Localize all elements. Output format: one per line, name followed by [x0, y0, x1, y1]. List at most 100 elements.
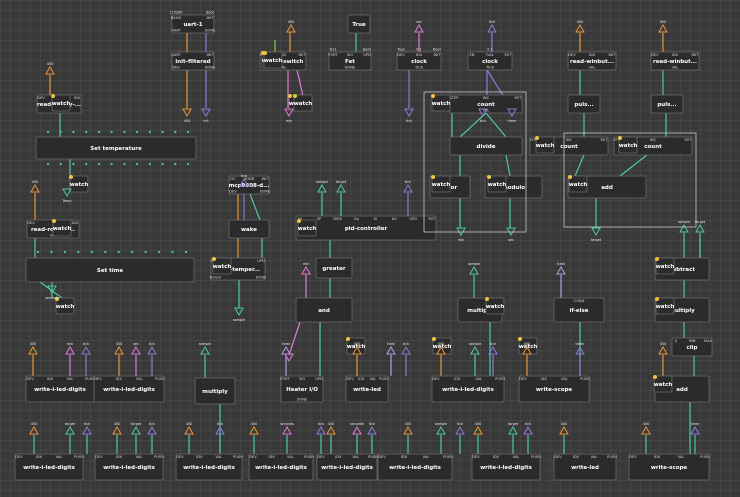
node-b6[interactable]: write-i-led-digits DEV IDX VAL PUSH	[377, 453, 453, 481]
pin-value[interactable]: 0.1	[487, 48, 492, 52]
link[interactable]	[619, 154, 648, 177]
terminal-node[interactable]: tick	[367, 422, 377, 435]
terminal-node[interactable]: sec	[131, 342, 141, 355]
terminal-node[interactable]: init	[201, 108, 211, 123]
link[interactable]	[249, 193, 261, 221]
terminal-node[interactable]: 400	[658, 342, 668, 355]
node-w4b[interactable]: write-i-led-digits DEV IDX VAL PUSH	[93, 375, 165, 403]
terminal-node[interactable]: tick	[455, 422, 465, 435]
terminal-node[interactable]: timer	[690, 422, 700, 435]
terminal-node[interactable]: 400	[286, 20, 296, 33]
terminal-node[interactable]: min	[301, 262, 311, 275]
terminal-node[interactable]: 400	[559, 422, 569, 435]
terminal-node[interactable]: target	[65, 422, 76, 435]
terminal-node[interactable]: tick	[82, 422, 92, 435]
node-w4c[interactable]: write-i-led-digits DEV IDX VAL PUSH	[431, 375, 505, 403]
node-clip[interactable]: clipX MIN MAX	[671, 337, 713, 357]
terminal-node[interactable]: heat	[386, 342, 396, 355]
bus-pin[interactable]	[148, 130, 151, 134]
watch-node[interactable]: watch	[485, 297, 505, 315]
watch-node[interactable]: watch	[568, 175, 588, 193]
node-rw1[interactable]: read-winbut... DEV IDX INIT VAL	[567, 51, 617, 71]
terminal-node[interactable]: 400	[114, 342, 124, 355]
pin-value[interactable]: 115200	[170, 11, 183, 15]
terminal-node[interactable]: Temp	[61, 188, 72, 203]
bus-pin[interactable]	[85, 130, 88, 134]
terminal-node[interactable]: tick	[404, 108, 414, 123]
terminal-node[interactable]: seconds	[280, 422, 294, 435]
node-b3[interactable]: write-i-led-digits DEV IDX VAL PUSH	[175, 453, 243, 481]
node-b1[interactable]: write-i-led-digits DEV IDX VAL PUSH	[14, 453, 84, 481]
terminal-node[interactable]: heat	[556, 262, 566, 275]
pin-value[interactable]: 0.1	[416, 48, 421, 52]
terminal-node[interactable]: tick	[487, 20, 497, 33]
terminal-node[interactable]: 400	[182, 108, 192, 123]
bus-pin[interactable]	[123, 162, 126, 166]
bus-pin[interactable]	[157, 250, 161, 254]
pin-value[interactable]: Boot	[363, 48, 371, 52]
node-clock1[interactable]: clock DEVTous IDX0.1 INITBoot TICK	[396, 48, 442, 71]
node-b8[interactable]: write-led DEV IDX VAL PUSH	[553, 453, 617, 481]
watch-node[interactable]: watch	[263, 51, 283, 69]
watch-node[interactable]: watch	[212, 257, 232, 275]
terminal-node[interactable]: tick	[403, 180, 413, 193]
terminal-node[interactable]: 400	[658, 20, 668, 33]
terminal-node[interactable]: sample	[468, 262, 480, 275]
terminal-node[interactable]: sample	[316, 180, 328, 193]
bus-pin[interactable]	[186, 162, 190, 166]
node-settemp[interactable]: Set temperature	[35, 136, 197, 160]
terminal-node[interactable]: 400	[112, 422, 122, 435]
terminal-node[interactable]: min	[456, 227, 466, 242]
terminal-node[interactable]: 400	[403, 422, 413, 435]
node-wled1[interactable]: write-led DEV IDX VAL PUSH	[345, 375, 389, 403]
terminal-node[interactable]: sec	[506, 227, 516, 242]
terminal-node[interactable]: 400	[249, 422, 259, 435]
terminal-node[interactable]: tick	[523, 422, 533, 435]
terminal-node[interactable]: seconds	[350, 422, 364, 435]
node-puls2[interactable]: puls...	[650, 94, 684, 114]
terminal-node[interactable]: 400	[473, 422, 483, 435]
bus-pin[interactable]	[59, 162, 62, 166]
pin-value[interactable]: Boot	[206, 11, 214, 15]
node-b5[interactable]: write-i-led-digits DEV IDX VAL PUSH	[316, 453, 378, 481]
terminal-node[interactable]: tick	[147, 422, 157, 435]
bus-pin[interactable]	[184, 250, 188, 254]
node-rw2[interactable]: read-winbut... DEV IDX INIT VAL	[650, 51, 700, 71]
node-uart[interactable]: uart-1BAUD115200 INITBoot UART DONE	[170, 11, 216, 34]
bus-pin[interactable]	[117, 250, 120, 254]
bus-pin[interactable]	[46, 130, 50, 134]
bus-pin[interactable]	[72, 162, 75, 166]
bus-pin[interactable]	[161, 162, 164, 166]
terminal-node[interactable]: sample	[469, 342, 481, 355]
bus-pin[interactable]	[36, 250, 40, 254]
node-clock2[interactable]: clock EN IVAL0.1 RST TICK	[467, 48, 513, 71]
terminal-node[interactable]: target	[336, 180, 347, 193]
terminal-node[interactable]: sample	[199, 342, 211, 355]
watch-node[interactable]: watch	[487, 175, 507, 193]
terminal-node[interactable]: tick	[147, 342, 157, 355]
node-b9[interactable]: write-scope DEV IDX VAL PUSH	[628, 453, 710, 481]
bus-pin[interactable]	[123, 130, 126, 134]
bus-pin[interactable]	[148, 162, 151, 166]
terminal-node[interactable]: target	[591, 227, 602, 242]
node-heater[interactable]: Heater I/O PORT SIG UPD DONE	[280, 375, 324, 403]
bus-pin[interactable]	[46, 162, 50, 166]
terminal-node[interactable]: min	[284, 108, 294, 123]
bus-pin[interactable]	[85, 162, 88, 166]
node-and[interactable]: and	[295, 297, 353, 323]
bus-pin[interactable]	[97, 130, 101, 134]
bus-pin[interactable]	[174, 162, 177, 166]
pin-value[interactable]: D11	[330, 48, 337, 52]
node-pid[interactable]: pid-controllerIN SP DIRE Kp Ki Kd UPD RST	[295, 215, 437, 241]
bus-pin[interactable]	[72, 130, 75, 134]
terminal-node[interactable]: 400	[45, 62, 55, 75]
terminal-node[interactable]: 400	[29, 422, 39, 435]
terminal-node[interactable]: sample	[233, 307, 245, 322]
watch-node[interactable]: watch	[535, 136, 555, 154]
bus-pin[interactable]	[186, 130, 190, 134]
link[interactable]	[505, 154, 511, 177]
watch-node[interactable]: watch	[655, 297, 675, 315]
node-ifelse[interactable]: if-else COND	[553, 297, 605, 323]
bus-pin[interactable]	[59, 130, 62, 134]
link[interactable]	[459, 112, 487, 138]
